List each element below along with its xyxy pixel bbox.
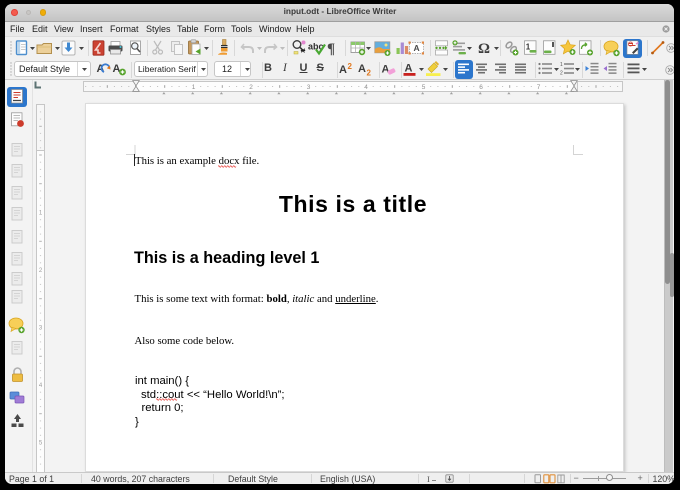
svg-text:4: 4 <box>364 84 368 91</box>
svg-text:1: 1 <box>191 84 195 91</box>
svg-text:2: 2 <box>348 62 353 71</box>
svg-text:2: 2 <box>366 69 371 78</box>
svg-text:5: 5 <box>421 84 425 91</box>
svg-text:A: A <box>405 63 413 75</box>
svg-text:1: 1 <box>38 211 42 217</box>
svg-text:3: 3 <box>306 84 310 91</box>
svg-text:6: 6 <box>479 84 483 91</box>
svg-text:Ω: Ω <box>478 41 490 56</box>
svg-text:A: A <box>339 64 347 76</box>
svg-text:2: 2 <box>38 268 42 274</box>
svg-text:A: A <box>382 64 390 76</box>
svg-text:2: 2 <box>560 71 563 76</box>
svg-text:2: 2 <box>249 84 253 91</box>
svg-text:A: A <box>358 63 366 75</box>
svg-text:7: 7 <box>536 84 540 91</box>
svg-text:A: A <box>113 63 121 75</box>
svg-text:4: 4 <box>38 383 42 389</box>
svg-text:5: 5 <box>38 441 42 447</box>
svg-text:A: A <box>414 43 420 53</box>
svg-text:¶: ¶ <box>327 41 335 56</box>
svg-text:3: 3 <box>38 326 42 332</box>
svg-text:1: 1 <box>560 62 563 68</box>
